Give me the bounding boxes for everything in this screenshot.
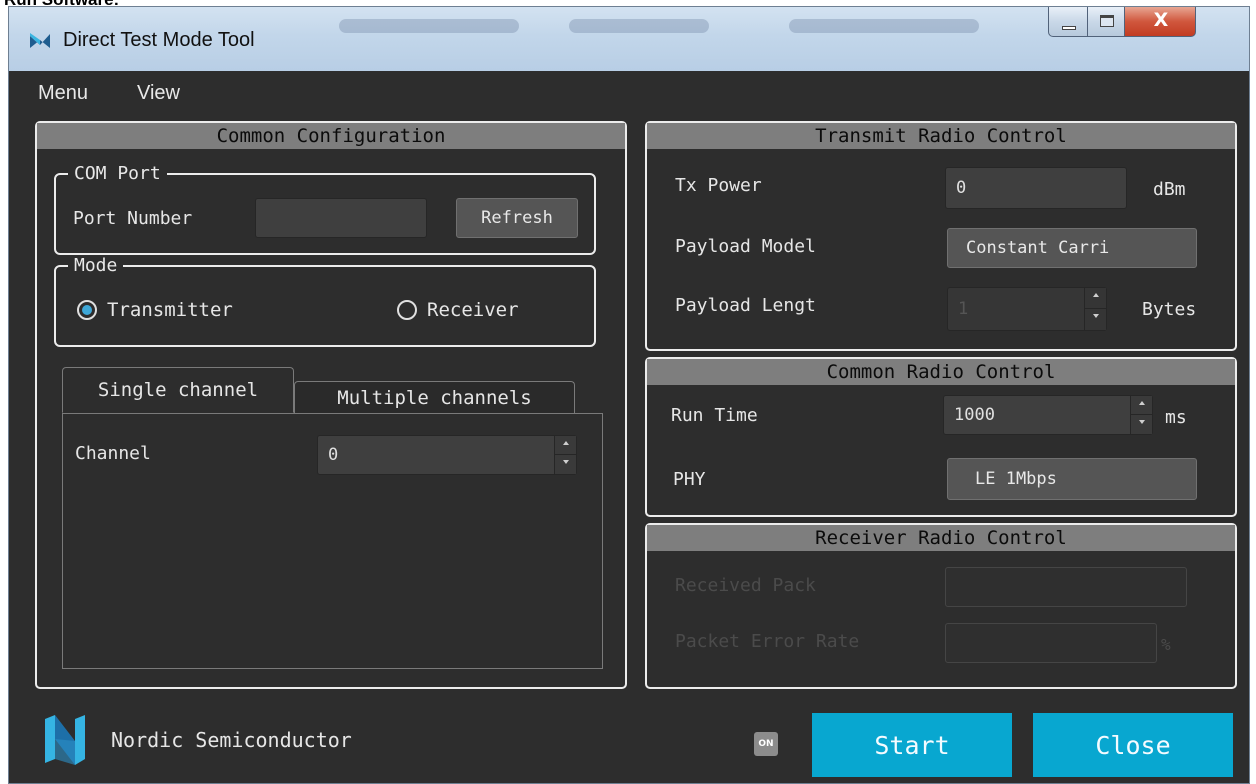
payload-length-value: 1	[958, 299, 969, 319]
background-blur	[339, 19, 519, 33]
minimize-icon	[1062, 26, 1076, 30]
tab-multiple-channels[interactable]: Multiple channels	[294, 381, 575, 413]
menu-menu[interactable]: Menu	[38, 82, 88, 105]
port-number-label: Port Number	[73, 208, 193, 229]
refresh-button[interactable]: Refresh	[456, 198, 578, 238]
com-port-legend: COM Port	[68, 163, 167, 185]
transmitter-radio[interactable]: Transmitter	[77, 299, 233, 321]
tx-power-unit: dBm	[1153, 179, 1186, 200]
close-window-button[interactable]: X	[1124, 7, 1196, 37]
payload-model-label: Payload Model	[675, 236, 816, 257]
received-packets-field[interactable]	[945, 567, 1187, 607]
mode-legend: Mode	[68, 255, 124, 277]
payload-length-spin-buttons[interactable]	[1084, 288, 1106, 330]
background-blur	[569, 19, 709, 33]
receiver-label: Receiver	[427, 299, 519, 321]
packet-error-rate-label: Packet Error Rate	[675, 631, 860, 652]
packet-error-rate-unit: %	[1161, 635, 1171, 654]
spin-down-icon[interactable]	[1085, 309, 1106, 330]
nordic-logo-icon	[45, 715, 85, 765]
packet-error-rate-field[interactable]	[945, 623, 1157, 663]
channel-value: 0	[328, 445, 339, 465]
run-time-spinbox[interactable]: 1000	[943, 395, 1153, 435]
run-time-unit: ms	[1165, 407, 1187, 428]
start-button[interactable]: Start	[812, 713, 1012, 777]
spin-down-icon[interactable]	[1131, 415, 1152, 434]
window-title: Direct Test Mode Tool	[63, 29, 255, 51]
transmit-radio-control-title: Transmit Radio Control	[647, 123, 1235, 149]
port-number-field[interactable]	[255, 198, 427, 238]
radio-checked-icon	[77, 300, 97, 320]
close-icon: X	[1153, 9, 1169, 31]
menu-view[interactable]: View	[137, 82, 180, 105]
receiver-radio-control-title: Receiver Radio Control	[647, 525, 1235, 551]
channel-spin-buttons[interactable]	[554, 436, 576, 474]
run-time-value: 1000	[954, 405, 995, 425]
minimize-button[interactable]	[1048, 7, 1088, 37]
receiver-radio[interactable]: Receiver	[397, 299, 519, 321]
payload-length-spinbox[interactable]: 1	[947, 287, 1107, 331]
phy-dropdown[interactable]: LE 1Mbps	[947, 458, 1197, 500]
payload-model-dropdown[interactable]: Constant Carri	[947, 228, 1197, 268]
channel-spinbox[interactable]: 0	[317, 435, 577, 475]
brand-name: Nordic Semiconductor	[111, 728, 352, 752]
payload-length-unit: Bytes	[1142, 299, 1197, 320]
close-button[interactable]: Close	[1033, 713, 1233, 777]
tx-power-field[interactable]: 0	[945, 167, 1127, 209]
tab-single-channel[interactable]: Single channel	[62, 367, 294, 413]
tx-power-label: Tx Power	[675, 175, 762, 196]
common-configuration-title: Common Configuration	[37, 123, 625, 149]
radio-unchecked-icon	[397, 300, 417, 320]
spin-up-icon[interactable]	[1131, 396, 1152, 415]
nordic-logo-icon	[30, 33, 50, 48]
maximize-button[interactable]	[1087, 7, 1125, 37]
transmitter-label: Transmitter	[107, 299, 233, 321]
common-radio-control-title: Common Radio Control	[647, 359, 1235, 385]
app-window: Direct Test Mode Tool X Menu View Common…	[8, 6, 1250, 784]
spin-down-icon[interactable]	[555, 455, 576, 474]
spin-up-icon[interactable]	[555, 436, 576, 455]
run-time-label: Run Time	[671, 405, 758, 426]
run-time-spin-buttons[interactable]	[1130, 396, 1152, 434]
on-badge-icon: ON	[754, 732, 778, 756]
channel-label: Channel	[75, 443, 151, 464]
phy-label: PHY	[673, 469, 706, 490]
spin-up-icon[interactable]	[1085, 288, 1106, 309]
received-packets-label: Received Pack	[675, 575, 816, 596]
maximize-icon	[1100, 15, 1114, 27]
background-blur	[789, 19, 979, 33]
payload-length-label: Payload Lengt	[675, 295, 816, 316]
title-bar[interactable]: Direct Test Mode Tool X	[9, 7, 1249, 71]
